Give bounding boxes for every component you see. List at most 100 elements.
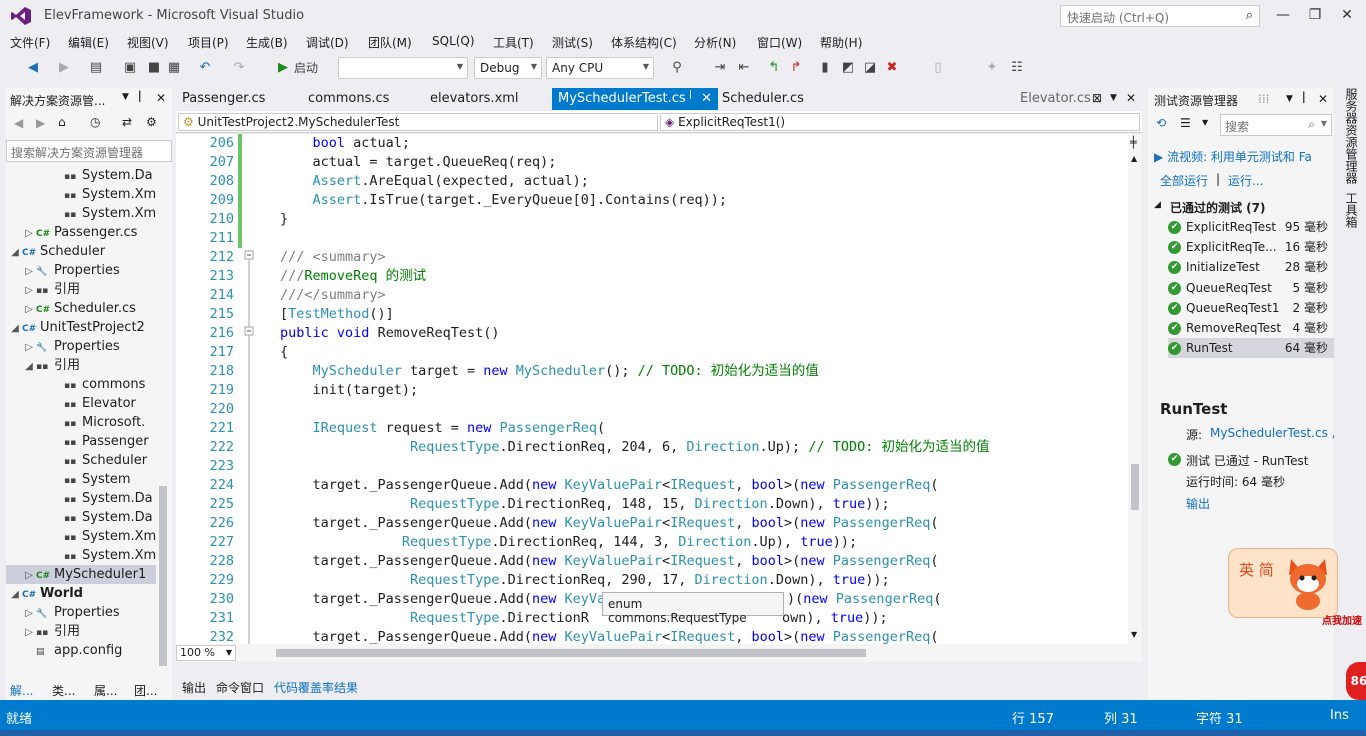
tab-passenger-cs[interactable]: Passenger.cs xyxy=(176,88,271,110)
code-line[interactable]: 219 init(target); xyxy=(176,381,1128,400)
code-line[interactable]: 229 RequestType.DirectionReq, 290, 17, D… xyxy=(176,571,1128,590)
code-line[interactable]: 210} xyxy=(176,210,1128,229)
solution-tree-item[interactable]: ▪▪ System.Xm xyxy=(6,204,156,223)
expander-icon[interactable]: ▷ xyxy=(22,300,36,318)
prev-bookmark-icon[interactable]: ◩ xyxy=(840,58,856,78)
speed-ball[interactable]: 86 xyxy=(1346,662,1366,700)
indent-icon[interactable]: ⇥ xyxy=(712,58,728,78)
zoom-combo[interactable]: 100 % ▼ xyxy=(176,645,236,661)
close-icon[interactable]: ✕ xyxy=(156,91,166,105)
back-icon[interactable]: ◀ xyxy=(24,58,42,78)
pin-icon[interactable]: ✦ xyxy=(984,58,1000,78)
chevron-down-icon[interactable]: ▼ xyxy=(1110,93,1117,103)
code-line[interactable]: 209 Assert.IsTrue(target._EveryQueue[0].… xyxy=(176,191,1128,210)
tab-properties[interactable]: 属... xyxy=(94,682,117,699)
test-item[interactable]: ✔ RunTest 64 毫秒 xyxy=(1168,338,1334,359)
close-button[interactable]: ✕ xyxy=(1332,4,1362,26)
solution-tree-item[interactable]: ▷ ▪▪ 引用 xyxy=(6,280,156,299)
code-line[interactable]: 207 actual = target.QueueReq(req); xyxy=(176,153,1128,172)
test-item[interactable]: ✔ InitializeTest 28 毫秒 xyxy=(1168,257,1334,277)
menu-build[interactable]: 生成(B) xyxy=(246,34,288,51)
find-in-files-icon[interactable]: ⚲ xyxy=(668,58,686,78)
editor-horizontal-scrollbar[interactable]: 100 % ▼ xyxy=(176,644,1142,662)
solution-tree-item[interactable]: ◢ C# Scheduler xyxy=(6,242,156,261)
tab-scheduler-cs[interactable]: Scheduler.cs xyxy=(716,88,810,110)
bookmark-icon[interactable]: ▮ xyxy=(818,58,832,78)
back-icon[interactable]: ◀ xyxy=(14,116,23,130)
expander-icon[interactable]: ◢ xyxy=(8,319,22,337)
tab-solution-explorer[interactable]: 解... xyxy=(10,682,33,699)
minimize-button[interactable]: — xyxy=(1268,4,1298,26)
save-all-icon[interactable]: ▦ xyxy=(166,58,182,78)
video-banner-text[interactable]: 流视频: 利用单元测试和 Fa xyxy=(1167,150,1312,164)
expander-icon[interactable]: ◢ xyxy=(22,357,36,375)
tab-elevators-xml[interactable]: elevators.xml xyxy=(424,88,525,110)
solution-tree-item[interactable]: ▪▪ commons xyxy=(6,375,156,394)
refresh-tests-icon[interactable]: ⟲ xyxy=(1156,116,1166,130)
type-navigation-combo[interactable]: ⚙ UnitTestProject2.MySchedulerTest xyxy=(178,113,658,131)
solution-tree-item[interactable]: ▪▪ System xyxy=(6,470,156,489)
code-line[interactable]: 220 xyxy=(176,400,1128,419)
code-line[interactable]: 224 target._PassengerQueue.Add(new KeyVa… xyxy=(176,476,1128,495)
solution-tree-item[interactable]: ▤ app.config xyxy=(6,641,156,660)
test-search-input[interactable]: 搜索 ⌕ ▼ xyxy=(1220,114,1332,136)
chevron-down-icon[interactable]: ▼ xyxy=(1202,118,1208,127)
toolbar-options-icon[interactable]: ☷ xyxy=(1008,58,1026,78)
member-navigation-combo[interactable]: ◈ ExplicitReqTest1() xyxy=(660,113,1140,131)
expander-icon[interactable]: ▷ xyxy=(22,338,36,356)
menu-test[interactable]: 测试(S) xyxy=(552,34,593,51)
menu-tools[interactable]: 工具(T) xyxy=(493,34,534,51)
menu-edit[interactable]: 编辑(E) xyxy=(68,34,109,51)
solution-tree-item[interactable]: ▷ C# Scheduler.cs xyxy=(6,299,156,318)
tab-code-coverage[interactable]: 代码覆盖率结果 xyxy=(274,679,358,696)
forward-icon[interactable]: ▶ xyxy=(36,116,45,130)
scroll-thumb[interactable] xyxy=(159,486,167,666)
solution-tree-item[interactable]: ◢ C# World xyxy=(6,584,156,603)
start-icon[interactable]: ▶ xyxy=(276,58,290,78)
code-line[interactable]: 232 target._PassengerQueue.Add(new KeyVa… xyxy=(176,628,1128,644)
pin-icon[interactable]: ꟾ xyxy=(1302,92,1306,106)
menu-debug[interactable]: 调试(D) xyxy=(306,34,349,51)
tab-toolbox[interactable]: 工具箱 xyxy=(1344,192,1360,228)
code-line[interactable]: 226 target._PassengerQueue.Add(new KeyVa… xyxy=(176,514,1128,533)
settings-icon[interactable]: ⚙ xyxy=(146,115,157,129)
menu-project[interactable]: 项目(P) xyxy=(188,34,229,51)
code-line[interactable]: 214 ///</summary> xyxy=(176,286,1128,305)
close-icon[interactable]: ✕ xyxy=(1126,91,1136,105)
solution-tree-item[interactable]: ▪▪ System.Xm xyxy=(6,185,156,204)
code-line[interactable]: 227 RequestType.DirectionReq, 144, 3, Di… xyxy=(176,533,1128,552)
configuration-combo[interactable]: Debug ▼ xyxy=(474,57,542,79)
start-button[interactable]: 启动 xyxy=(294,58,318,78)
scroll-up-icon[interactable]: ▲ xyxy=(1131,154,1137,163)
code-line[interactable]: 208 Assert.AreEqual(expected, actual); xyxy=(176,172,1128,191)
close-icon[interactable]: ✕ xyxy=(701,91,712,106)
source-link[interactable]: MySchedulerTest.cs , xyxy=(1210,426,1335,440)
pin-icon[interactable]: ꟾ xyxy=(689,91,692,102)
test-item[interactable]: ✔ RemoveReqTest 4 毫秒 xyxy=(1168,318,1334,338)
history-icon[interactable]: ◷ xyxy=(90,115,100,129)
pending-changes-icon[interactable]: ▯ xyxy=(930,58,946,78)
test-item[interactable]: ✔ QueueReqTest1 2 毫秒 xyxy=(1168,298,1334,318)
ime-mode-text[interactable]: 英 简 xyxy=(1239,559,1274,580)
code-line[interactable]: 217 { xyxy=(176,343,1128,362)
expander-icon[interactable]: ▷ xyxy=(22,224,36,242)
solution-tree-item[interactable]: ▪▪ System.Da xyxy=(6,166,156,185)
solution-tree-item[interactable]: ▪▪ System.Xm xyxy=(6,527,156,546)
expander-icon[interactable]: ▷ xyxy=(22,604,36,622)
uncomment-icon[interactable]: ↱ xyxy=(788,58,804,78)
panel-menu-icon[interactable]: ▼ xyxy=(122,92,129,102)
tab-command-window[interactable]: 命令窗口 xyxy=(216,679,264,696)
menu-architecture[interactable]: 体系结构(C) xyxy=(611,34,677,51)
expander-icon[interactable]: ◢ xyxy=(8,585,22,603)
expander-icon[interactable]: ▷ xyxy=(22,262,36,280)
close-icon[interactable]: ✕ xyxy=(1318,92,1328,106)
comment-icon[interactable]: ↰ xyxy=(766,58,782,78)
expander-icon[interactable]: ▷ xyxy=(22,281,36,299)
test-item[interactable]: ✔ QueueReqTest 5 毫秒 xyxy=(1168,278,1334,298)
tab-commons-cs[interactable]: commons.cs xyxy=(302,88,395,110)
code-line[interactable]: 213 ///RemoveReq 的测试 xyxy=(176,267,1128,286)
code-line[interactable]: 218 MyScheduler target = new MyScheduler… xyxy=(176,362,1128,381)
solution-tree-item[interactable]: ▪▪ Elevator xyxy=(6,394,156,413)
expander-icon[interactable]: ◢ xyxy=(8,243,22,261)
sync-icon[interactable]: ⇄ xyxy=(122,115,132,129)
